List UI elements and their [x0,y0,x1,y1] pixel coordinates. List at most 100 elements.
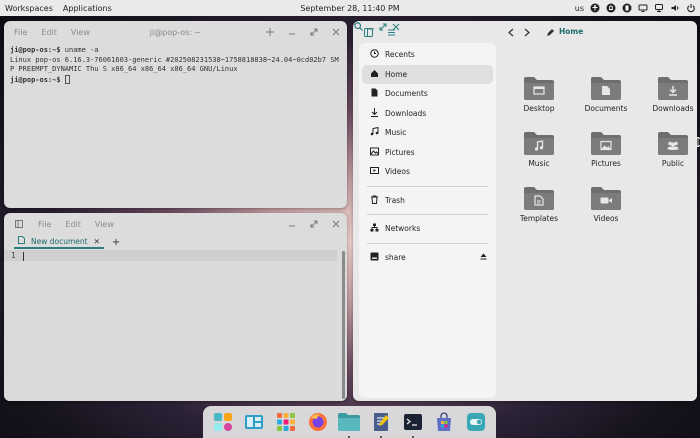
editor-header: File Edit View [4,213,347,235]
current-line-highlight [4,250,337,261]
close-icon[interactable] [331,219,341,229]
display-icon[interactable] [638,3,648,13]
app-store-icon[interactable] [433,411,455,433]
folder-documents[interactable]: Documents [573,76,639,113]
new-tab-button[interactable]: + [112,237,120,248]
text-cursor [23,252,24,261]
minimize-icon[interactable] [287,27,297,37]
firefox-icon[interactable] [307,411,329,433]
clock[interactable]: September 28, 11:40 PM [300,4,399,13]
workspaces-icon[interactable] [243,411,265,433]
menu-edit[interactable]: Edit [41,28,57,37]
sidebar-item-share[interactable]: share [362,248,493,268]
applications-button[interactable]: Applications [63,4,112,13]
folder-videos[interactable]: Videos [573,186,639,223]
top-bar: Workspaces Applications September 28, 11… [0,0,700,16]
applications-grid-icon[interactable] [275,411,297,433]
edit-location-icon[interactable] [545,27,555,37]
folder-pictures[interactable]: Pictures [573,131,639,168]
terminal-app-icon[interactable] [402,411,424,438]
folder-pictures-icon [591,132,621,155]
sidebar-toggle-icon[interactable] [14,219,24,229]
sidebar-item-downloads[interactable]: Downloads [362,104,493,124]
prompt: ji@pop-os:~$ [10,75,61,84]
notifications-icon[interactable] [606,3,616,13]
drive-icon [370,252,379,263]
folder-videos-icon [591,187,621,210]
settings-app-icon[interactable] [465,411,487,433]
menu-file[interactable]: File [14,28,27,37]
folder-downloads-icon [658,77,688,100]
sidebar-toggle-icon[interactable] [363,27,373,37]
folder-public[interactable]: Public [640,131,697,168]
files-header: Home [353,21,697,43]
files-window[interactable]: Home Recents Home Documents Downloads Mu… [353,21,697,401]
menu-icon[interactable] [386,27,396,37]
music-icon [370,127,379,138]
sidebar-item-pictures[interactable]: Pictures [362,143,493,163]
mouse-cursor-icon [696,137,700,147]
download-icon [370,107,379,119]
files-app-icon[interactable] [338,411,361,438]
terminal-cursor [64,74,70,84]
sidebar-item-trash[interactable]: Trash [362,191,493,211]
network-icon [370,223,379,234]
folder-desktop[interactable]: Desktop [506,76,572,113]
folder-templates-icon [524,187,554,210]
tab-new-document[interactable]: New document ✕ [14,235,104,249]
sidebar-item-networks[interactable]: Networks [362,219,493,239]
volume-icon[interactable] [670,3,680,13]
maximize-icon[interactable] [309,219,319,229]
forward-icon[interactable] [522,27,532,37]
editor-tabs: New document ✕ + [4,235,347,249]
menu-view[interactable]: View [71,28,90,37]
folder-downloads[interactable]: Downloads [640,76,697,113]
sidebar-item-home[interactable]: Home [362,64,493,84]
image-icon [370,147,379,158]
sidebar-item-videos[interactable]: Videos [362,162,493,182]
folder-grid: Desktop Documents Downloads Music Pictur… [506,76,697,223]
power-icon[interactable] [686,3,696,13]
eject-icon[interactable] [480,253,487,262]
line-number: 1 [11,251,16,260]
sidebar-separator [367,214,488,215]
menu-file[interactable]: File [38,220,51,229]
sidebar-item-music[interactable]: Music [362,123,493,143]
terminal-window[interactable]: File Edit View ji@pop-os: ~ ji@pop-os:~$… [4,21,347,208]
search-icon[interactable] [353,21,363,31]
folder-documents-icon [591,77,621,100]
new-tab-icon[interactable] [265,27,275,37]
menu-edit[interactable]: Edit [65,220,81,229]
folder-music[interactable]: Music [506,131,572,168]
accessibility-icon[interactable] [590,3,600,13]
tab-label: New document [31,236,88,246]
terminal-header: File Edit View ji@pop-os: ~ [4,21,347,43]
sidebar-separator [367,185,488,187]
editor-scrollbar[interactable] [342,251,345,399]
editor-text-area[interactable] [4,250,337,401]
menu-view[interactable]: View [95,220,114,229]
workspaces-button[interactable]: Workspaces [5,4,53,13]
sidebar-item-recents[interactable]: Recents [362,45,493,65]
text-editor-window[interactable]: File Edit View New document ✕ + 1 [4,213,347,401]
back-icon[interactable] [506,27,516,37]
tab-close-icon[interactable]: ✕ [94,237,100,246]
minimize-icon[interactable] [287,219,297,229]
sidebar-separator [367,242,488,244]
folder-public-icon [658,132,688,155]
files-main-view[interactable]: Desktop Documents Downloads Music Pictur… [496,43,697,401]
folder-desktop-icon [524,77,554,100]
keyboard-layout[interactable]: us [575,4,584,13]
terminal-output[interactable]: ji@pop-os:~$ uname -a Linux pop-os 6.16.… [4,43,347,88]
location-label[interactable]: Home [559,27,583,36]
home-icon [370,69,379,80]
sidebar-item-documents[interactable]: Documents [362,84,493,104]
folder-templates[interactable]: Templates [506,186,572,223]
text-editor-app-icon[interactable] [370,411,392,438]
maximize-icon[interactable] [309,27,319,37]
app-library-icon[interactable] [212,411,234,433]
command-text: uname -a [60,46,99,54]
battery-icon[interactable] [622,3,632,13]
network-status-icon[interactable] [654,3,664,13]
close-icon[interactable] [331,27,341,37]
